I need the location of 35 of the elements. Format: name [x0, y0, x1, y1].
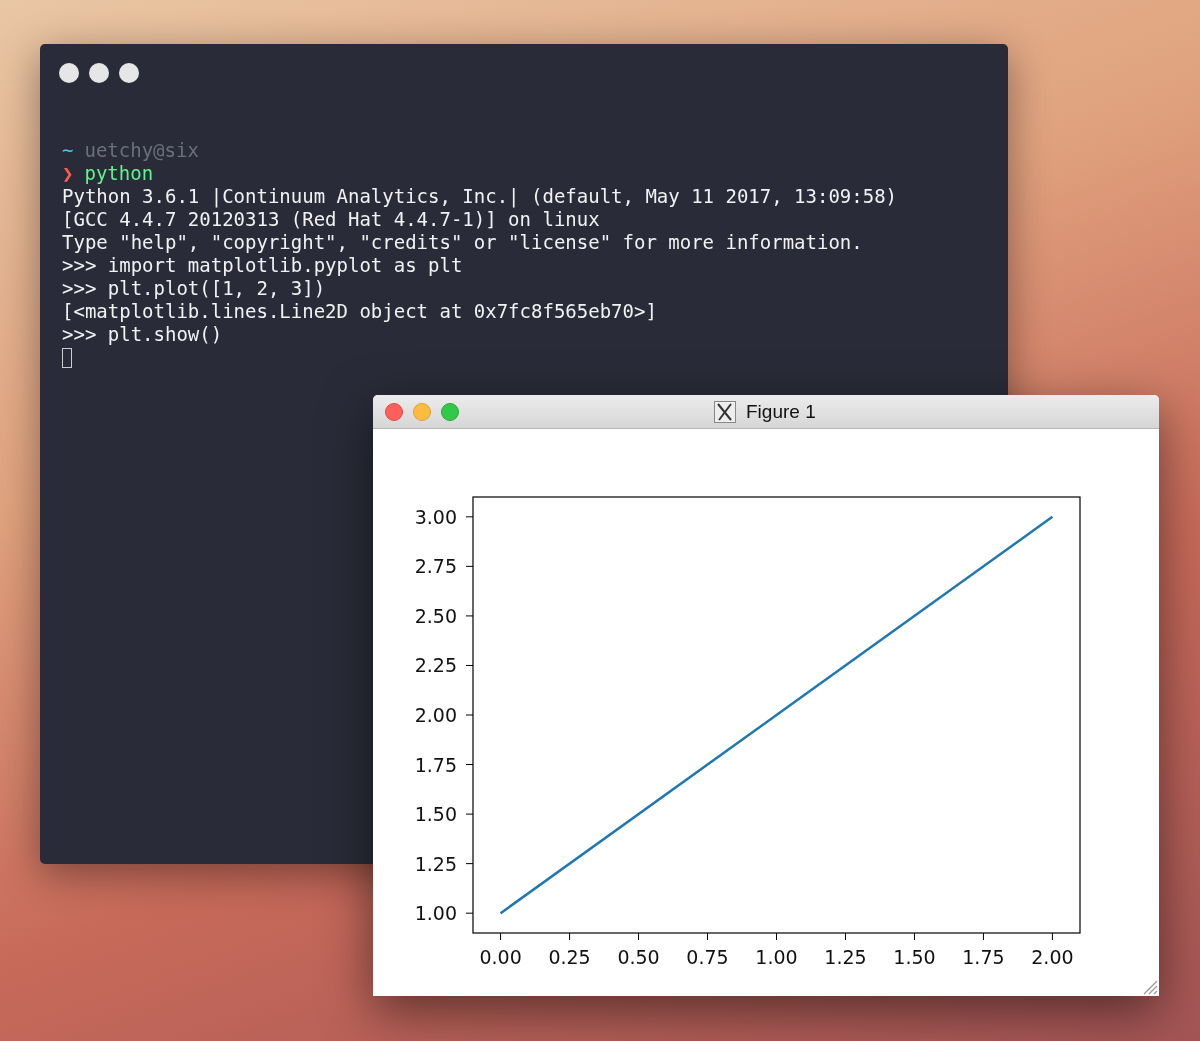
x-tick-label: 0.00	[479, 946, 522, 968]
x-tick-label: 2.00	[1031, 946, 1074, 968]
output-line: >>> import matplotlib.pyplot as plt	[62, 254, 463, 276]
prompt-symbol: ❯	[62, 162, 74, 184]
y-tick-label: 2.75	[414, 555, 457, 578]
y-tick-label: 1.00	[414, 902, 457, 925]
y-tick-label: 1.25	[414, 852, 457, 875]
y-tick-label: 3.00	[414, 505, 457, 528]
tilde-symbol: ~	[62, 139, 74, 161]
output-line: >>> plt.show()	[62, 323, 223, 345]
y-tick-label: 1.50	[414, 803, 457, 826]
x-logo-icon	[714, 401, 736, 423]
output-line: Python 3.6.1 |Continuum Analytics, Inc.| (default, May 11 2017, 13:09:58)	[62, 185, 898, 207]
x-tick-label: 1.25	[824, 946, 867, 968]
y-tick-label: 2.50	[414, 604, 457, 627]
output-line: Type "help", "copyright", "credits" or "license" for more information.	[62, 231, 863, 253]
output-line: >>> plt.plot([1, 2, 3])	[62, 277, 326, 299]
close-button[interactable]	[59, 63, 79, 83]
text-cursor	[62, 348, 72, 368]
x-tick-label: 1.75	[962, 946, 1005, 968]
prompt-path: uetchy@six	[84, 139, 199, 161]
x-tick-label: 0.50	[617, 946, 660, 968]
minimize-button[interactable]	[89, 63, 109, 83]
x-tick-label: 1.00	[755, 946, 798, 968]
x-tick-label: 0.25	[548, 946, 591, 968]
y-tick-label: 2.00	[414, 704, 457, 726]
x-tick-label: 1.50	[893, 946, 936, 968]
y-tick-label: 2.25	[414, 654, 457, 677]
output-line: [<matplotlib.lines.Line2D object at 0x7fc8f565eb70>]	[62, 300, 657, 322]
zoom-button[interactable]	[119, 63, 139, 83]
y-tick-label: 1.75	[414, 753, 457, 776]
output-line: [GCC 4.4.7 20120313 (Red Hat 4.4.7-1)] on linux	[62, 208, 600, 230]
window-title: Figure 1	[746, 401, 816, 423]
command-text: python	[84, 162, 154, 184]
x-tick-label: 0.75	[686, 946, 729, 968]
